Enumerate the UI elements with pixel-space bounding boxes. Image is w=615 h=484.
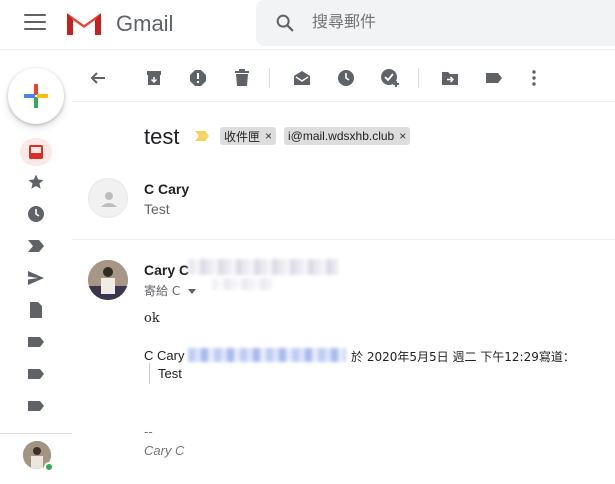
mark-unread-icon <box>294 71 310 85</box>
redacted-email <box>188 348 346 362</box>
message-sender[interactable]: C Cary <box>144 181 189 197</box>
back-arrow-icon <box>90 72 105 84</box>
move-to-button[interactable] <box>438 66 462 90</box>
move-to-icon <box>442 72 458 85</box>
message-toolbar <box>72 56 615 102</box>
chevron-down-icon <box>188 289 197 294</box>
labels-button[interactable] <box>482 66 506 90</box>
label-icon <box>28 369 44 379</box>
toolbar-divider <box>269 68 270 88</box>
label-chip-inbox: 收件匣 × <box>220 127 277 145</box>
default-avatar-icon <box>101 192 117 207</box>
snooze-icon <box>338 70 354 86</box>
archive-button[interactable] <box>142 66 166 90</box>
more-vert-icon <box>532 70 536 86</box>
message-snippet[interactable]: Test <box>144 201 170 217</box>
snooze-button[interactable] <box>334 66 358 90</box>
sidebar-divider <box>0 433 72 434</box>
sidebar-item-inbox[interactable] <box>20 138 52 166</box>
more-options-button[interactable] <box>522 66 546 90</box>
quote-header-date: 於 2020年5月5日 週二 下午12:29寫道： <box>351 350 575 364</box>
top-header: Gmail <box>0 0 615 50</box>
add-task-icon <box>381 69 399 87</box>
compose-plus-icon <box>24 84 48 108</box>
sidebar-item-label-1[interactable] <box>20 328 52 356</box>
delete-button[interactable] <box>230 66 254 90</box>
sidebar-item-starred[interactable] <box>20 168 52 196</box>
toolbar-divider <box>418 68 419 88</box>
label-chip-mail: i@mail.wdsxhb.club × <box>284 127 411 145</box>
important-marker-icon[interactable] <box>194 130 210 142</box>
sidebar-item-label-2[interactable] <box>20 360 52 388</box>
message-sender[interactable]: Cary C <box>144 262 189 278</box>
gmail-logo-icon[interactable] <box>64 9 104 37</box>
report-spam-icon <box>190 70 206 86</box>
gmail-brand-text: Gmail <box>116 11 174 36</box>
sender-photo <box>88 260 128 300</box>
online-status-icon <box>44 462 54 472</box>
add-to-tasks-button[interactable] <box>378 66 402 90</box>
label-icon <box>28 401 44 411</box>
compose-button[interactable] <box>8 68 64 124</box>
redacted-area <box>212 278 272 290</box>
quoted-text: Test <box>149 363 182 384</box>
back-button[interactable] <box>86 66 110 90</box>
sender-avatar[interactable] <box>88 178 128 218</box>
clock-icon <box>28 206 44 222</box>
remove-label-icon[interactable]: × <box>265 129 272 143</box>
sidebar-item-sent[interactable] <box>20 264 52 292</box>
message-body-text: ok <box>144 311 160 326</box>
sidebar-item-drafts[interactable] <box>20 296 52 324</box>
inbox-icon <box>29 145 43 159</box>
sidebar-item-important[interactable] <box>20 232 52 260</box>
label-chip-text: i@mail.wdsxhb.club <box>288 129 395 143</box>
message-divider <box>72 239 615 240</box>
sender-avatar[interactable] <box>88 260 128 300</box>
quote-header-name: C Cary <box>144 348 185 363</box>
important-icon <box>28 240 44 252</box>
signature-separator: -- <box>144 424 153 439</box>
thread-subject: test <box>144 124 180 149</box>
label-chip-text: 收件匣 <box>224 129 261 144</box>
main-menu-icon[interactable] <box>24 14 46 32</box>
archive-icon <box>147 71 161 85</box>
signature-name: Cary C <box>144 443 185 458</box>
report-spam-button[interactable] <box>186 66 210 90</box>
sidebar-item-snoozed[interactable] <box>20 200 52 228</box>
trash-icon <box>235 69 249 86</box>
label-icon <box>486 73 502 83</box>
star-icon <box>28 174 44 189</box>
remove-label-icon[interactable]: × <box>399 129 406 143</box>
search-bar[interactable] <box>256 0 615 46</box>
search-input[interactable] <box>312 12 592 31</box>
draft-icon <box>30 302 42 318</box>
label-icon <box>28 337 44 347</box>
recipient-text: 寄給 C <box>144 284 181 298</box>
send-icon <box>28 271 44 285</box>
recipient-dropdown[interactable]: 寄給 C <box>144 282 197 299</box>
mark-unread-button[interactable] <box>290 66 314 90</box>
sidebar-item-label-3[interactable] <box>20 392 52 420</box>
redacted-email <box>188 259 338 275</box>
search-icon[interactable] <box>274 12 296 34</box>
